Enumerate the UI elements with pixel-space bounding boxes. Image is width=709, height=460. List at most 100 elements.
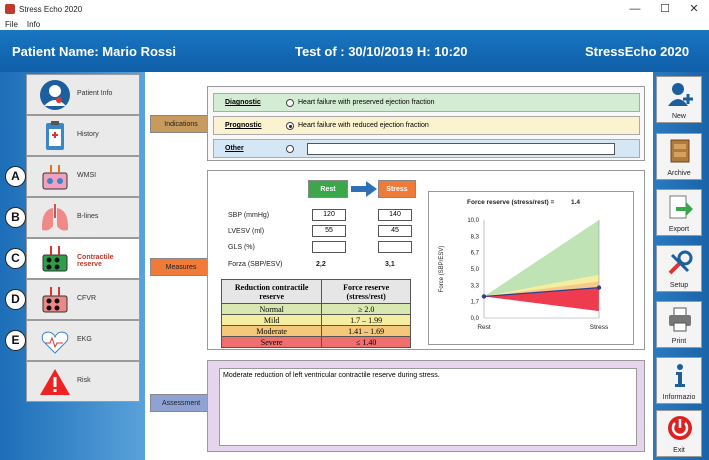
prognostic-text: Heart failure with reduced ejection frac…	[298, 122, 429, 129]
lvesv-stress-input[interactable]: 45	[378, 225, 412, 237]
sidebar: Patient Info History WMSI B-lines Contra…	[26, 74, 140, 402]
sidebar-item-risk[interactable]: Risk	[26, 361, 140, 402]
forza-label: Forza (SBP/ESV)	[228, 261, 283, 268]
sidebar-item-cfvr[interactable]: CFVR	[26, 279, 140, 320]
force-reserve-chart: Force reserve (stress/rest) = 1.4 10,0 8,…	[428, 191, 634, 345]
section-letter-b: B	[5, 207, 26, 228]
reserve-value: ≥ 2.0	[321, 303, 411, 315]
app-icon	[5, 4, 15, 14]
arrow-right-icon	[351, 181, 377, 197]
sidebar-item-label: CFVR	[77, 295, 97, 302]
reserve-value: 1.41 – 1.69	[321, 325, 411, 337]
reserve-name: Severe	[220, 336, 323, 348]
sidebar-item-label: EKG	[77, 336, 92, 343]
sidebar-item-b-lines[interactable]: B-lines	[26, 197, 140, 238]
prognostic-label: Prognostic	[225, 122, 262, 129]
sidebar-item-contractile-reserve[interactable]: Contractile reserve	[26, 238, 140, 279]
sidebar-item-label: B-lines	[77, 213, 99, 220]
sbp-rest-input[interactable]: 120	[312, 209, 346, 221]
sidebar-item-label: Risk	[77, 377, 91, 384]
add-user-icon	[668, 83, 693, 106]
setup-button[interactable]: Setup	[656, 245, 702, 292]
reserve-name: Moderate	[220, 325, 323, 337]
x-tick-label: Stress	[590, 324, 609, 331]
indications-panel: Diagnostic Heart failure with preserved …	[207, 86, 645, 161]
export-icon	[669, 195, 693, 219]
header-bar: Patient Name: Mario Rossi Test of : 30/1…	[0, 30, 709, 72]
section-letter-c: C	[5, 248, 26, 269]
info-label: Informazio	[662, 394, 696, 401]
menu-file[interactable]: File	[5, 20, 18, 29]
rest-header: Rest	[308, 180, 348, 198]
data-point-stress	[596, 285, 602, 290]
reserve-value: ≤ 1.40	[321, 336, 411, 348]
sidebar-item-label: WMSI	[77, 172, 97, 179]
gls-rest-input[interactable]	[312, 241, 346, 253]
diagnostic-radio[interactable]	[286, 99, 294, 107]
wmsi-icon	[42, 165, 68, 190]
lvesv-rest-input[interactable]: 55	[312, 225, 346, 237]
forza-stress-value: 3,1	[385, 261, 395, 268]
power-icon	[668, 416, 692, 440]
diagnostic-row: Diagnostic Heart failure with preserved …	[213, 93, 640, 112]
diagnostic-label: Diagnostic	[225, 99, 261, 106]
exit-label: Exit	[673, 447, 685, 454]
brand-title: StressEcho 2020	[585, 44, 690, 59]
warning-icon	[40, 369, 70, 395]
patient-icon	[40, 80, 70, 110]
maximize-button[interactable]: ☐	[650, 0, 680, 18]
y-tick-label: 8,3	[471, 235, 480, 241]
sidebar-item-patient-info[interactable]: Patient Info	[26, 74, 140, 115]
clipboard-icon	[46, 121, 64, 150]
diagnostic-text: Heart failure with preserved ejection fr…	[298, 99, 435, 106]
measures-tag: Measures	[150, 258, 212, 276]
stress-header: Stress	[378, 180, 416, 198]
cfvr-icon	[42, 287, 68, 313]
y-tick-label: 1,7	[471, 299, 480, 305]
sidebar-item-wmsi[interactable]: WMSI	[26, 156, 140, 197]
window-title: Stress Echo 2020	[19, 4, 83, 14]
other-radio[interactable]	[286, 145, 294, 153]
y-tick-label: 0,0	[471, 316, 480, 322]
sidebar-item-label: Patient Info	[77, 90, 113, 97]
measures-panel: Rest Stress SBP (mmHg) 120 140 LVESV (ml…	[207, 170, 645, 350]
exit-button[interactable]: Exit	[656, 410, 702, 457]
reserve-value: 1.7 – 1.99	[321, 314, 411, 326]
x-tick-label: Rest	[477, 324, 491, 331]
sidebar-item-label: Contractile reserve	[77, 254, 114, 268]
minimize-button[interactable]: —	[620, 0, 650, 18]
sidebar-item-label: History	[77, 131, 99, 138]
sbp-label: SBP (mmHg)	[228, 212, 270, 219]
reserve-table-header: Reduction contractile reserve Force rese…	[220, 279, 411, 304]
new-button[interactable]: New	[656, 76, 702, 123]
contractile-reserve-icon	[42, 246, 68, 272]
y-tick-label: 3,3	[471, 284, 480, 290]
chart-canvas: 10,0 8,3 6,7 5,0 3,3 1,7 0,0 Rest Stress Force (S…	[439, 218, 609, 331]
ekg-heart-icon	[41, 331, 69, 354]
prognostic-radio[interactable]	[286, 122, 294, 130]
reserve-header-reduction: Reduction contractile reserve	[220, 279, 323, 304]
sbp-stress-input[interactable]: 140	[378, 209, 412, 221]
export-button[interactable]: Export	[656, 189, 702, 236]
data-point-rest	[481, 294, 487, 299]
close-button[interactable]: ✕	[679, 0, 709, 18]
info-button[interactable]: Informazio	[656, 357, 702, 404]
other-input[interactable]	[307, 143, 615, 155]
reserve-table: Reduction contractile reserve Force rese…	[220, 279, 411, 348]
sidebar-item-ekg[interactable]: EKG	[26, 320, 140, 361]
info-icon	[675, 364, 685, 387]
indications-tag: Indications	[150, 115, 212, 133]
y-tick-label: 6,7	[471, 250, 480, 256]
gls-stress-input[interactable]	[378, 241, 412, 253]
assessment-textarea[interactable]: Moderate reduction of left ventricular c…	[219, 368, 637, 446]
section-letter-e: E	[5, 330, 26, 351]
new-label: New	[671, 113, 686, 120]
sidebar-item-history[interactable]: History	[26, 115, 140, 156]
print-button[interactable]: Print	[656, 301, 702, 348]
assessment-tag: Assessment	[150, 394, 212, 412]
archive-button[interactable]: Archive	[656, 133, 702, 180]
window-titlebar: Stress Echo 2020	[0, 0, 709, 18]
y-axis-label: Force (SBP/ESV)	[439, 246, 445, 293]
y-tick-label: 10,0	[467, 218, 479, 224]
menu-info[interactable]: Info	[27, 20, 40, 29]
